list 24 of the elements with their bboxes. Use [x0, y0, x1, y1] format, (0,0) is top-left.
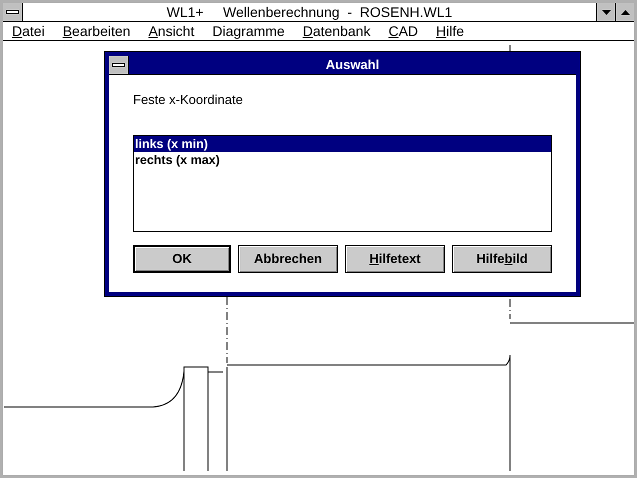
dialog-button[interactable]: OK: [133, 244, 231, 272]
menu-item[interactable]: CAD: [388, 22, 418, 40]
dialog-button[interactable]: Abbrechen: [238, 244, 338, 272]
menu-item[interactable]: Diagramme: [212, 22, 285, 40]
down-arrow-icon: [602, 10, 610, 14]
minimize-button[interactable]: [596, 3, 615, 21]
menu-item[interactable]: Datei: [12, 22, 45, 40]
system-menu-icon: [6, 10, 19, 14]
prompt-label: Feste x-Koordinate: [133, 91, 243, 109]
menu-item[interactable]: Hilfe: [436, 22, 464, 40]
system-menu-button[interactable]: [109, 56, 129, 74]
menu-item[interactable]: Bearbeiten: [62, 22, 130, 40]
menu-item[interactable]: Ansicht: [148, 22, 194, 40]
dialog-title: Auswahl: [324, 56, 380, 74]
list-item[interactable]: links (x min): [134, 136, 551, 152]
system-menu-icon: [112, 63, 125, 67]
dialog-button[interactable]: Hilfebild: [452, 244, 552, 272]
maximize-button[interactable]: [615, 3, 634, 21]
window-title: WL1+ Wellenberechnung - ROSENH.WL1: [166, 3, 454, 21]
menu-item[interactable]: Datenbank: [302, 22, 370, 40]
list-item[interactable]: rechts (x max): [134, 152, 551, 168]
up-arrow-icon: [620, 10, 630, 14]
dialog-button[interactable]: Hilfetext: [345, 244, 445, 272]
system-menu-button[interactable]: [3, 3, 23, 21]
